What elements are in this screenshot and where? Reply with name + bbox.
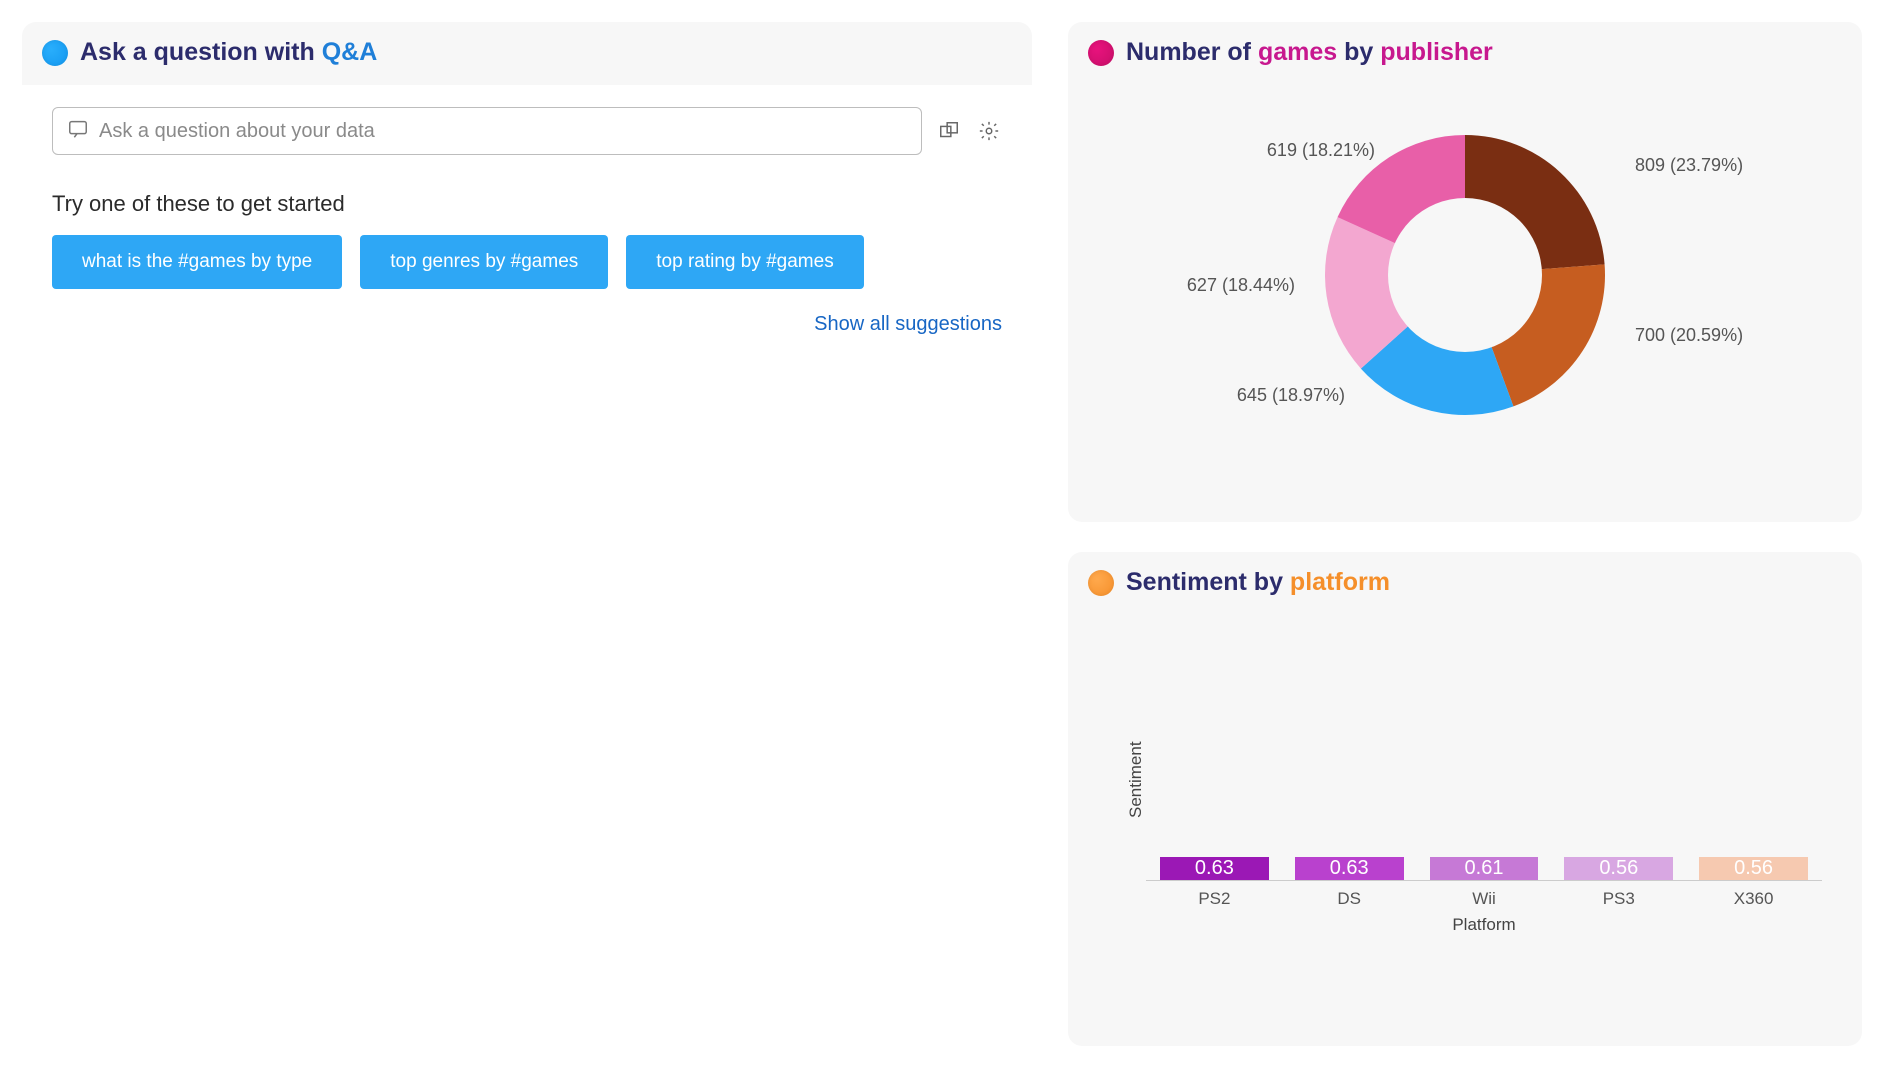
qa-input-wrap[interactable] [52,107,922,155]
bar-column: 0.61 [1430,857,1539,880]
qa-input[interactable] [99,120,907,143]
chat-icon [67,118,89,145]
donut-title-p1: Number of [1126,38,1258,66]
gear-icon[interactable] [976,118,1002,144]
donut-header: Number of games by publisher [1088,34,1842,71]
bar[interactable]: 0.56 [1564,857,1673,880]
bar-category-label: PS2 [1160,889,1269,909]
bar[interactable]: 0.63 [1160,857,1269,880]
bar-xlabels: PS2 DS Wii PS3 X360 [1146,881,1822,909]
qa-card: Ask a question with Q&A Try one of these [22,22,1032,1046]
qa-title-part2: Q&A [322,38,378,66]
donut-title-p2: games [1258,38,1344,66]
bar-column: 0.56 [1699,857,1808,880]
donut-title-p4: publisher [1380,38,1493,66]
qa-header: Ask a question with Q&A [42,34,1012,71]
donut-svg [1325,135,1605,415]
bars-row: 0.63 0.63 0.61 0.56 0.56 [1146,625,1822,881]
bar-title-p3: platform [1290,568,1390,596]
circle-icon [1088,40,1114,66]
qa-chip[interactable]: top rating by #games [626,235,863,289]
qa-input-row [52,107,1002,155]
qa-showall-row: Show all suggestions [52,313,1002,336]
bar-title-p2: by [1254,568,1290,596]
bar-column: 0.63 [1160,857,1269,880]
bar-title-p1: Sentiment [1126,568,1254,596]
donut-slice-label: 627 (18.44%) [1187,275,1295,296]
show-all-suggestions-link[interactable]: Show all suggestions [814,313,1002,335]
qa-subhead: Try one of these to get started [52,191,1002,217]
donut-title: Number of games by publisher [1126,38,1493,67]
bar-chart: Sentiment 0.630.630.610.560.56 PS2DSWiiP… [1088,615,1842,935]
donut-chart: 809 (23.79%) 700 (20.59%) 645 (18.97%) 627 … [1088,85,1842,465]
qa-body: Try one of these to get started what is … [22,85,1032,1047]
circle-icon [1088,570,1114,596]
bar-header: Sentiment by platform [1088,564,1842,601]
bar-category-label: Wii [1430,889,1539,909]
bar-category-label: DS [1295,889,1404,909]
bar-xlabel: Platform [1146,915,1822,935]
bar-category-label: X360 [1699,889,1808,909]
bar-column: 0.56 [1564,857,1673,880]
donut-slice-label: 645 (18.97%) [1237,385,1345,406]
bar-column: 0.63 [1295,857,1404,880]
donut-card: Number of games by publisher 809 (23.79%… [1068,22,1862,522]
qa-chip[interactable]: top genres by #games [360,235,608,289]
bar-card: Sentiment by platform Sentiment 0.630.63… [1068,552,1862,1046]
bar-category-label: PS3 [1564,889,1673,909]
donut-slice-label: 809 (23.79%) [1635,155,1743,176]
bar-ylabel: Sentiment [1118,625,1146,935]
bar[interactable]: 0.63 [1295,857,1404,880]
donut-slice-label: 619 (18.21%) [1267,140,1375,161]
circle-icon [42,40,68,66]
donut-title-p3: by [1344,38,1380,66]
qa-title: Ask a question with Q&A [80,38,377,67]
expand-icon[interactable] [936,118,962,144]
bar[interactable]: 0.61 [1430,857,1539,880]
bar[interactable]: 0.56 [1699,857,1808,880]
qa-chip[interactable]: what is the #games by type [52,235,342,289]
qa-title-part1: Ask a question with [80,38,322,66]
qa-chips: what is the #games by type top genres by… [52,235,1002,289]
donut-slice-label: 700 (20.59%) [1635,325,1743,346]
bar-title: Sentiment by platform [1126,568,1390,597]
